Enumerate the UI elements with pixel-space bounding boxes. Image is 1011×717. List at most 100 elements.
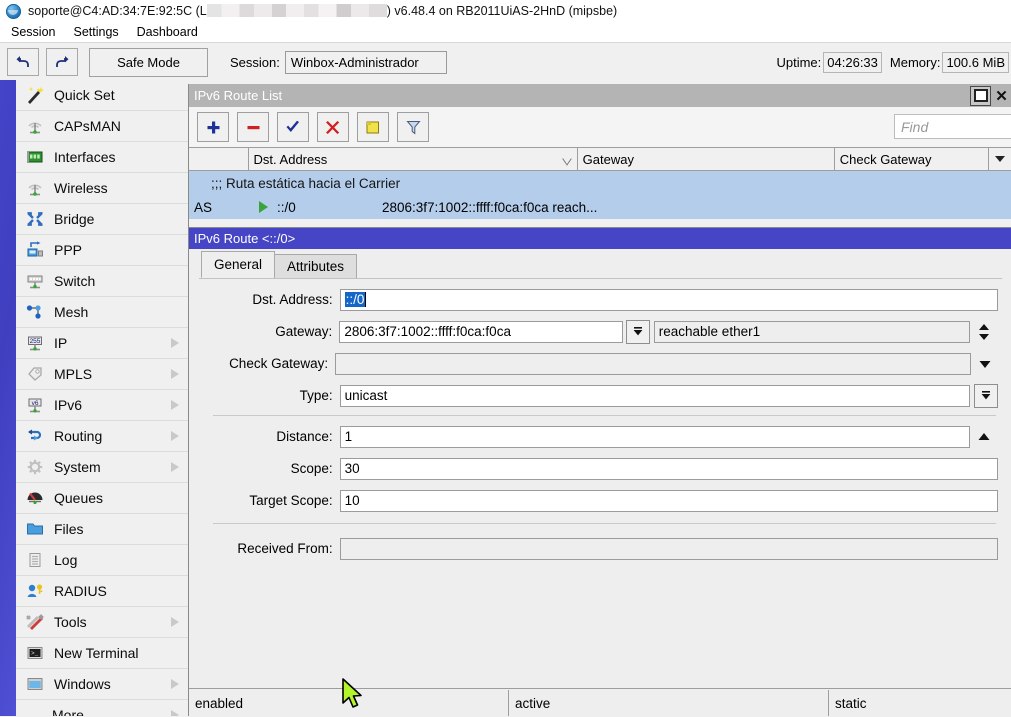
sidebar-item-label: PPP: [54, 242, 82, 258]
dropdown-arrow-icon: [980, 390, 992, 401]
sidebar-item-label: RADIUS: [54, 583, 107, 599]
type-dropdown-button[interactable]: [974, 384, 998, 408]
sidebar-item-system[interactable]: System: [16, 452, 188, 483]
dst-address-label: Dst. Address:: [201, 292, 340, 307]
chevron-right-icon: [171, 710, 179, 716]
status-enabled: enabled: [189, 690, 509, 716]
dst-address-input[interactable]: ::/0: [340, 289, 998, 311]
filter-button[interactable]: [397, 112, 429, 142]
window-controls: ✕: [970, 86, 1011, 106]
comment-button[interactable]: [357, 112, 389, 142]
gateway-spinner-icon[interactable]: [970, 322, 998, 342]
sidebar-item-ppp[interactable]: PPP: [16, 235, 188, 266]
sidebar-item-quick-set[interactable]: Quick Set: [16, 80, 188, 111]
status-active: active: [509, 690, 829, 716]
type-input[interactable]: unicast: [340, 385, 970, 407]
enable-button[interactable]: [277, 112, 309, 142]
table-row[interactable]: AS ::/0 2806:3f7:1002::ffff:f0ca:f0ca re…: [189, 195, 1011, 219]
title-text-before: soporte@C4:AD:34:7E:92:5C (L: [28, 4, 207, 18]
folder-icon: [22, 518, 48, 540]
sidebar-item-ipv6[interactable]: v6 IPv6: [16, 390, 188, 421]
sidebar-item-label: IP: [54, 335, 67, 351]
session-input[interactable]: Winbox-Administrador: [285, 51, 447, 74]
sidebar-item-switch[interactable]: Switch: [16, 266, 188, 297]
route-comment-row[interactable]: ;;; Ruta estática hacia el Carrier: [189, 171, 1011, 195]
distance-input[interactable]: 1: [340, 426, 970, 448]
sidebar-item-more[interactable]: More: [16, 700, 188, 716]
target-scope-input[interactable]: 10: [340, 490, 998, 512]
maximize-icon[interactable]: [970, 86, 991, 106]
sidebar-item-log[interactable]: Log: [16, 545, 188, 576]
check-gateway-dropdown-button[interactable]: [971, 359, 998, 369]
add-button[interactable]: [197, 112, 229, 142]
network-card-icon: [22, 146, 48, 168]
sidebar-item-ip[interactable]: 255 IP: [16, 328, 188, 359]
ipv6-route-list-window: IPv6 Route List ✕: [188, 84, 1011, 716]
status-static: static: [829, 690, 1011, 716]
disable-button[interactable]: [317, 112, 349, 142]
column-header-check-gateway[interactable]: Check Gateway: [835, 148, 989, 170]
sidebar-item-radius[interactable]: RADIUS: [16, 576, 188, 607]
sidebar-item-bridge[interactable]: Bridge: [16, 204, 188, 235]
menu-item-settings[interactable]: Settings: [64, 23, 127, 41]
sidebar-item-label: System: [54, 459, 101, 475]
distance-spinner-button[interactable]: [970, 432, 998, 442]
funnel-icon: [406, 120, 421, 135]
sidebar-item-tools[interactable]: Tools: [16, 607, 188, 638]
up-triangle-icon: [977, 432, 991, 442]
find-input[interactable]: Find: [894, 114, 1011, 139]
note-icon: [365, 120, 381, 135]
redacted-identity: [207, 4, 387, 17]
field-row-scope: Scope: 30: [201, 456, 998, 481]
sidebar-item-mpls[interactable]: MPLS: [16, 359, 188, 390]
ppp-icon: [22, 239, 48, 261]
distance-label: Distance:: [201, 429, 340, 444]
window-icon: [22, 673, 48, 695]
field-row-received-from: Received From:: [201, 536, 998, 561]
safe-mode-button[interactable]: Safe Mode: [89, 48, 208, 77]
form-divider-2: [213, 523, 996, 524]
sidebar-item-new-terminal[interactable]: >_ New Terminal: [16, 638, 188, 669]
svg-text:>_: >_: [31, 650, 39, 657]
memory-value: 100.6 MiB: [942, 52, 1009, 73]
close-icon[interactable]: ✕: [992, 87, 1011, 105]
check-gateway-input[interactable]: [335, 353, 971, 375]
cross-icon: [326, 120, 341, 135]
sidebar-item-wireless[interactable]: Wireless: [16, 173, 188, 204]
sidebar-item-label: Wireless: [54, 180, 108, 196]
sidebar-brand-strip: RouterOS WinBox: [0, 80, 16, 716]
winbox-logo-icon: [6, 4, 21, 19]
scope-input[interactable]: 30: [340, 458, 998, 480]
sidebar-item-files[interactable]: Files: [16, 514, 188, 545]
sidebar-item-queues[interactable]: Queues: [16, 483, 188, 514]
sidebar-item-interfaces[interactable]: Interfaces: [16, 142, 188, 173]
column-header-gateway[interactable]: Gateway: [578, 148, 835, 170]
column-header-flags[interactable]: [189, 148, 249, 170]
gateway-resolved-value: reachable ether1: [654, 321, 970, 343]
gateway-input[interactable]: 2806:3f7:1002::ffff:f0ca:f0ca: [339, 321, 623, 343]
uptime-value: 04:26:33: [823, 52, 882, 73]
tab-general[interactable]: General: [201, 251, 275, 278]
gateway-dropdown-button[interactable]: [626, 320, 650, 344]
sidebar-item-label: Queues: [54, 490, 103, 506]
redo-button[interactable]: [46, 48, 78, 76]
up-down-arrows-icon: [977, 322, 991, 342]
remove-button[interactable]: [237, 112, 269, 142]
title-text-after: ) v6.48.4 on RB2011UiAS-2HnD (mipsbe): [387, 4, 617, 18]
column-chooser-button[interactable]: [989, 148, 1011, 170]
sidebar-item-label: Tools: [54, 614, 87, 630]
tab-attributes[interactable]: Attributes: [274, 254, 357, 278]
field-row-type: Type: unicast: [201, 383, 998, 408]
sidebar-item-mesh[interactable]: Mesh: [16, 297, 188, 328]
undo-button[interactable]: [7, 48, 39, 76]
menu-item-dashboard[interactable]: Dashboard: [128, 23, 207, 41]
radius-user-key-icon: [22, 580, 48, 602]
check-gateway-label: Check Gateway:: [201, 356, 335, 371]
sidebar-item-routing[interactable]: Routing: [16, 421, 188, 452]
antenna-icon: [22, 115, 48, 137]
sidebar-item-windows[interactable]: Windows: [16, 669, 188, 700]
sidebar-item-label: CAPsMAN: [54, 118, 121, 134]
menu-item-session[interactable]: Session: [2, 23, 64, 41]
column-header-dst-address[interactable]: Dst. Address: [249, 148, 578, 170]
sidebar-item-capsman[interactable]: CAPsMAN: [16, 111, 188, 142]
